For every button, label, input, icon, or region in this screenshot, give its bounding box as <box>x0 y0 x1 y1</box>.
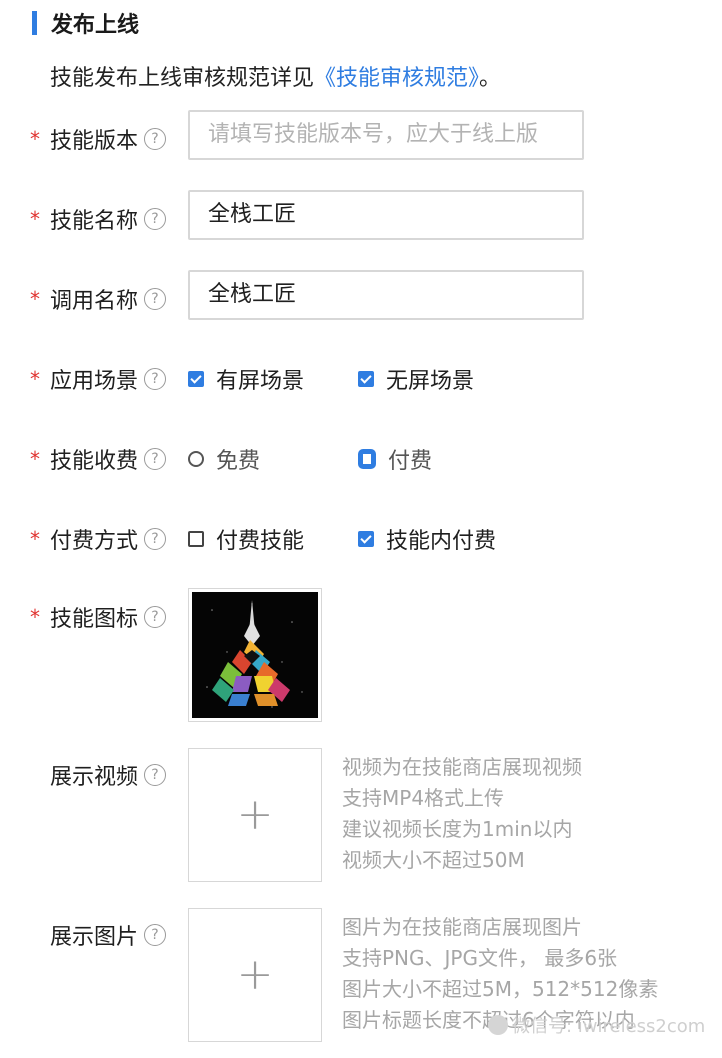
field-label-wrap: * 技能收费 ? <box>30 444 167 474</box>
field-label-wrap: * 技能版本 ? <box>30 124 167 154</box>
scenario-label: 应用场景 <box>50 369 139 394</box>
plus-icon: + <box>236 949 274 1000</box>
skill-name-label: 技能名称 <box>50 209 139 234</box>
option-label: 无屏场景 <box>386 369 475 394</box>
required-mark: * <box>30 367 40 391</box>
checkbox-checked-icon[interactable] <box>188 371 204 387</box>
hint-line: 支持PNG、JPG文件， 最多6张 <box>342 946 618 970</box>
help-icon[interactable]: ? <box>144 128 167 150</box>
checkbox-unchecked-icon[interactable] <box>188 531 204 547</box>
hint-line: 视频为在技能商店展现视频 <box>342 755 582 779</box>
video-hints: 视频为在技能商店展现视频 支持MP4格式上传 建议视频长度为1min以内 视频大… <box>342 752 582 876</box>
pay-method-label: 付费方式 <box>50 529 139 554</box>
help-icon[interactable]: ? <box>144 606 167 628</box>
images-label: 展示图片 <box>50 925 139 950</box>
pay-option-paid-skill[interactable]: 付费技能 <box>188 524 304 554</box>
field-label-wrap: * 技能图标 ? <box>30 602 167 632</box>
radio-unselected-icon[interactable] <box>188 451 204 467</box>
intro-text: 技能发布上线审核规范详见《技能审核规范》。 <box>50 60 501 92</box>
hint-line: 建议视频长度为1min以内 <box>342 817 573 841</box>
required-mark: * <box>30 287 40 311</box>
required-mark: * <box>30 127 40 151</box>
option-label: 免费 <box>216 449 261 474</box>
hint-line: 图片为在技能商店展现图片 <box>342 915 582 939</box>
field-label-wrap: * 应用场景 ? <box>30 364 167 394</box>
scenario-option-no-screen[interactable]: 无屏场景 <box>358 364 474 394</box>
checkbox-checked-icon[interactable] <box>358 531 374 547</box>
hint-line: 视频大小不超过50M <box>342 848 525 872</box>
skill-name-input[interactable]: 全栈工匠 <box>188 190 584 240</box>
scenario-option-screen[interactable]: 有屏场景 <box>188 364 304 394</box>
wechat-icon <box>488 1015 508 1035</box>
field-label-wrap: 展示图片 ? <box>50 920 167 950</box>
invoke-name-input[interactable]: 全栈工匠 <box>188 270 584 320</box>
help-icon[interactable]: ? <box>144 208 167 230</box>
version-input[interactable]: 请填写技能版本号，应大于线上版 <box>188 110 584 160</box>
pay-option-in-skill[interactable]: 技能内付费 <box>358 524 496 554</box>
section-header: 发布上线 <box>32 10 140 38</box>
help-icon[interactable]: ? <box>144 288 167 310</box>
watermark-text: 微信号: iwireless2com <box>512 1016 706 1037</box>
intro-prefix: 技能发布上线审核规范详见 <box>50 66 315 91</box>
field-label-wrap: * 付费方式 ? <box>30 524 167 554</box>
required-mark: * <box>30 605 40 629</box>
help-icon[interactable]: ? <box>144 368 167 390</box>
radio-selected-icon[interactable] <box>358 449 376 469</box>
video-upload-box[interactable]: + <box>188 748 322 882</box>
plus-icon: + <box>236 789 274 840</box>
option-label: 技能内付费 <box>386 529 497 554</box>
intro-suffix: 。 <box>479 66 502 91</box>
help-icon[interactable]: ? <box>144 528 167 550</box>
charge-option-paid[interactable]: 付费 <box>358 444 432 474</box>
field-label-wrap: * 技能名称 ? <box>30 204 167 234</box>
option-label: 付费 <box>388 449 433 474</box>
skill-icon-image <box>192 592 318 718</box>
images-upload-box[interactable]: + <box>188 908 322 1042</box>
skill-icon-preview[interactable] <box>188 588 322 722</box>
required-mark: * <box>30 527 40 551</box>
option-label: 有屏场景 <box>216 369 305 394</box>
section-title: 发布上线 <box>51 13 140 38</box>
charge-option-free[interactable]: 免费 <box>188 444 260 474</box>
help-icon[interactable]: ? <box>144 924 167 946</box>
required-mark: * <box>30 207 40 231</box>
help-icon[interactable]: ? <box>144 448 167 470</box>
field-label-wrap: 展示视频 ? <box>50 760 167 790</box>
help-icon[interactable]: ? <box>144 764 167 786</box>
checkbox-checked-icon[interactable] <box>358 371 374 387</box>
required-mark: * <box>30 447 40 471</box>
section-accent-bar <box>32 11 37 35</box>
invoke-name-label: 调用名称 <box>50 289 139 314</box>
icon-label: 技能图标 <box>50 607 139 632</box>
version-label: 技能版本 <box>50 129 139 154</box>
hint-line: 图片大小不超过5M，512*512像素 <box>342 977 659 1001</box>
watermark: 微信号: iwireless2com <box>488 1012 705 1038</box>
option-label: 付费技能 <box>216 529 305 554</box>
field-label-wrap: * 调用名称 ? <box>30 284 167 314</box>
video-label: 展示视频 <box>50 765 139 790</box>
review-guidelines-link[interactable]: 《技能审核规范》 <box>314 66 479 91</box>
charge-label: 技能收费 <box>50 449 139 474</box>
hint-line: 支持MP4格式上传 <box>342 786 505 810</box>
